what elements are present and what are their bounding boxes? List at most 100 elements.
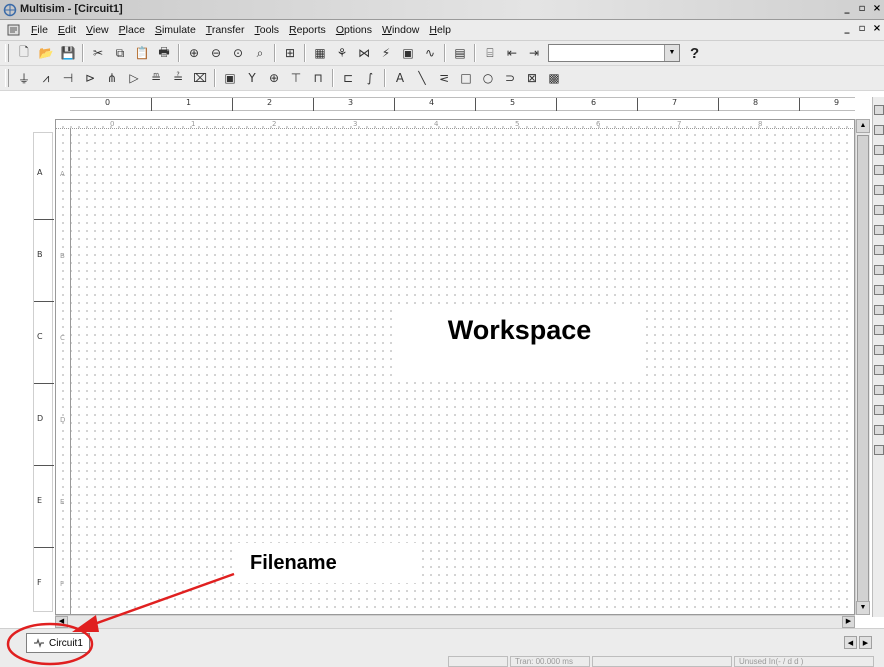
- menu-help[interactable]: Help: [424, 24, 456, 36]
- multisim-app-icon[interactable]: [3, 3, 17, 17]
- menu-place[interactable]: Place: [114, 24, 150, 36]
- instrument-icon[interactable]: [874, 145, 884, 155]
- instrument-icon[interactable]: [874, 385, 884, 395]
- chip-icon[interactable]: ▤: [450, 43, 470, 63]
- save-icon[interactable]: 💾: [58, 43, 78, 63]
- tab-circuit1[interactable]: Circuit1: [26, 633, 90, 653]
- instrument-icon[interactable]: ▣: [398, 43, 418, 63]
- scroll-left-icon[interactable]: ◀: [55, 616, 68, 628]
- rf-icon[interactable]: ⊤: [286, 68, 306, 88]
- menu-options[interactable]: Options: [331, 24, 377, 36]
- instrument-icon[interactable]: [874, 165, 884, 175]
- zoom-fit-icon[interactable]: ⌕: [250, 43, 270, 63]
- cut-icon[interactable]: ✂: [88, 43, 108, 63]
- tab-next-icon[interactable]: ▶: [859, 636, 872, 649]
- table-icon[interactable]: ▦: [310, 43, 330, 63]
- indicator-icon[interactable]: Y: [242, 68, 262, 88]
- print-icon[interactable]: 🖶: [154, 43, 174, 63]
- grid-icon[interactable]: ⊞: [280, 43, 300, 63]
- new-icon[interactable]: 🗋: [14, 43, 34, 63]
- chevron-down-icon[interactable]: ▼: [664, 45, 679, 61]
- ellipse-icon[interactable]: ○: [478, 68, 498, 88]
- mixed-icon[interactable]: ⊕: [264, 68, 284, 88]
- instrument-icon[interactable]: [874, 265, 884, 275]
- menu-view[interactable]: View: [81, 24, 114, 36]
- transistor-icon[interactable]: ⋔: [102, 68, 122, 88]
- open-icon[interactable]: 📂: [36, 43, 56, 63]
- zoom-area-icon[interactable]: ⊙: [228, 43, 248, 63]
- zoom-out-icon[interactable]: ⊖: [206, 43, 226, 63]
- instrument-icon[interactable]: [874, 185, 884, 195]
- instrument-icon[interactable]: [874, 245, 884, 255]
- tab-label: Circuit1: [49, 637, 83, 649]
- cmos-icon[interactable]: ≟: [168, 68, 188, 88]
- instrument-icon[interactable]: [874, 305, 884, 315]
- instrument-icon[interactable]: [874, 345, 884, 355]
- line-icon[interactable]: ╲: [412, 68, 432, 88]
- instrument-icon[interactable]: [874, 405, 884, 415]
- instrument-icon[interactable]: [874, 285, 884, 295]
- menu-file[interactable]: File: [26, 24, 53, 36]
- horizontal-scrollbar[interactable]: ◀ ▶: [55, 615, 855, 628]
- menu-transfer[interactable]: Transfer: [201, 24, 250, 36]
- diode-icon[interactable]: ⊳: [80, 68, 100, 88]
- rectangle-icon[interactable]: □: [456, 68, 476, 88]
- instrument-icon[interactable]: [874, 425, 884, 435]
- instrument-icon[interactable]: [874, 445, 884, 455]
- ladder-icon[interactable]: ⊏: [338, 68, 358, 88]
- electromech-icon[interactable]: ⊓: [308, 68, 328, 88]
- document-icon[interactable]: [6, 22, 22, 38]
- menu-tools[interactable]: Tools: [250, 24, 285, 36]
- arc-icon[interactable]: ⊃: [500, 68, 520, 88]
- instrument-icon[interactable]: [874, 225, 884, 235]
- wave-icon[interactable]: ∿: [420, 43, 440, 63]
- workspace-row-label: D: [60, 416, 66, 424]
- maximize-icon[interactable]: ▫: [855, 3, 869, 16]
- back-annotate-icon[interactable]: ⇤: [502, 43, 522, 63]
- misc-icon[interactable]: ▣: [220, 68, 240, 88]
- child-restore-icon[interactable]: ▫: [855, 23, 869, 36]
- analog-icon[interactable]: ▷: [124, 68, 144, 88]
- paste-icon[interactable]: 📋: [132, 43, 152, 63]
- text-icon[interactable]: A: [390, 68, 410, 88]
- instrument-icon[interactable]: [874, 205, 884, 215]
- scroll-thumb[interactable]: [857, 135, 869, 605]
- database-icon[interactable]: ⌸: [480, 43, 500, 63]
- help-button[interactable]: ?: [690, 45, 699, 62]
- in-use-list-combo[interactable]: ▼: [548, 44, 680, 62]
- analysis-icon[interactable]: ⚘: [332, 43, 352, 63]
- instrument-icon[interactable]: [874, 125, 884, 135]
- scroll-right-icon[interactable]: ▶: [842, 616, 855, 628]
- vertical-scrollbar[interactable]: ▲ ▼: [855, 119, 870, 615]
- bus-icon[interactable]: ∫: [360, 68, 380, 88]
- toolbar-grip[interactable]: [5, 44, 9, 62]
- toolbar-grip[interactable]: [5, 69, 9, 87]
- menu-reports[interactable]: Reports: [284, 24, 331, 36]
- source-icon[interactable]: ⏚: [14, 68, 34, 88]
- menu-window[interactable]: Window: [377, 24, 424, 36]
- zoom-in-icon[interactable]: ⊕: [184, 43, 204, 63]
- capacitor-icon[interactable]: ⊣: [58, 68, 78, 88]
- forward-annotate-icon[interactable]: ⇥: [524, 43, 544, 63]
- ttl-icon[interactable]: ≞: [146, 68, 166, 88]
- copy-icon[interactable]: ⧉: [110, 43, 130, 63]
- instrument-icon[interactable]: [874, 365, 884, 375]
- close-icon[interactable]: ×: [870, 3, 884, 16]
- instrument-icon[interactable]: [874, 325, 884, 335]
- scroll-up-icon[interactable]: ▲: [856, 119, 870, 133]
- menu-simulate[interactable]: Simulate: [150, 24, 201, 36]
- minimize-icon[interactable]: _: [840, 3, 854, 16]
- digital-icon[interactable]: ⌧: [190, 68, 210, 88]
- scroll-down-icon[interactable]: ▼: [856, 601, 870, 615]
- postprocessor-icon[interactable]: ⋈: [354, 43, 374, 63]
- child-minimize-icon[interactable]: _: [840, 23, 854, 36]
- picture-icon[interactable]: ▩: [544, 68, 564, 88]
- menu-edit[interactable]: Edit: [53, 24, 81, 36]
- flash-icon[interactable]: ⚡: [376, 43, 396, 63]
- tab-prev-icon[interactable]: ◀: [844, 636, 857, 649]
- instrument-icon[interactable]: [874, 105, 884, 115]
- polygon-icon[interactable]: ⊠: [522, 68, 542, 88]
- resistor-icon[interactable]: ⩘: [36, 68, 56, 88]
- multiline-icon[interactable]: ⋜: [434, 68, 454, 88]
- child-close-icon[interactable]: ×: [870, 23, 884, 36]
